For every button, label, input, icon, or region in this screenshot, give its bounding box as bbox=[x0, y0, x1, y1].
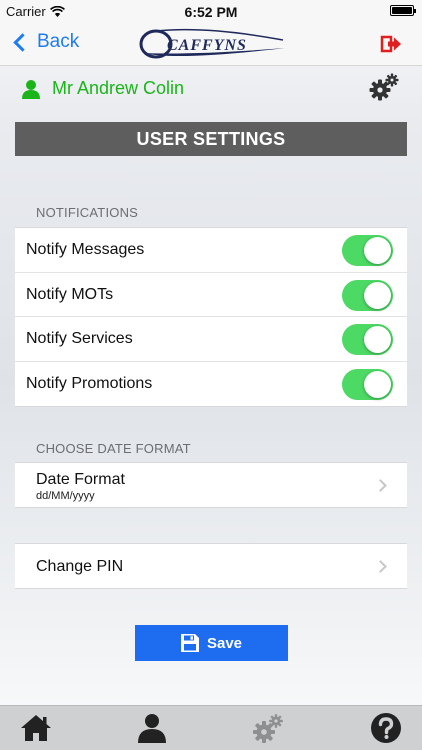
notify-messages-label: Notify Messages bbox=[26, 241, 145, 258]
notify-mots-toggle[interactable] bbox=[342, 279, 393, 311]
page-title: USER SETTINGS bbox=[15, 122, 407, 156]
user-icon bbox=[22, 80, 40, 99]
home-icon[interactable] bbox=[19, 712, 53, 744]
notify-promotions-row: Notify Promotions bbox=[15, 362, 407, 407]
date-format-label: Date Format bbox=[36, 471, 125, 488]
status-bar: Carrier 6:52 PM bbox=[0, 0, 422, 22]
notify-mots-row: Notify MOTs bbox=[15, 273, 407, 317]
logo-text: CAFFYNS bbox=[167, 37, 247, 54]
toggle-knob bbox=[364, 281, 391, 309]
change-pin-label: Change PIN bbox=[36, 558, 124, 575]
chevron-right-icon bbox=[374, 560, 387, 573]
notify-services-row: Notify Services bbox=[15, 317, 407, 362]
help-icon[interactable] bbox=[369, 712, 403, 744]
battery-icon bbox=[390, 5, 416, 16]
notify-messages-row: Notify Messages bbox=[15, 228, 407, 273]
logout-icon[interactable] bbox=[380, 33, 402, 55]
status-time: 6:52 PM bbox=[184, 4, 238, 20]
date-format-group: Date Format dd/MM/yyyy bbox=[15, 462, 407, 508]
notify-messages-toggle[interactable] bbox=[342, 235, 393, 266]
settings-icon[interactable] bbox=[251, 712, 285, 744]
back-chevron-icon bbox=[13, 32, 32, 52]
notify-mots-label: Notify MOTs bbox=[26, 285, 114, 303]
back-button[interactable]: Back bbox=[10, 31, 79, 53]
change-pin-row[interactable]: Change PIN bbox=[15, 544, 407, 588]
caffyns-logo: CAFFYNS bbox=[139, 28, 285, 59]
change-pin-group: Change PIN bbox=[15, 543, 407, 589]
gears-icon[interactable] bbox=[368, 72, 400, 102]
notifications-group: Notify Messages Notify MOTs Notify Servi… bbox=[15, 227, 407, 407]
notify-promotions-label: Notify Promotions bbox=[26, 374, 153, 392]
toggle-knob bbox=[364, 237, 391, 264]
save-button[interactable]: Save bbox=[135, 625, 288, 661]
back-label: Back bbox=[37, 31, 80, 52]
profile-icon[interactable] bbox=[135, 712, 169, 744]
chevron-right-icon bbox=[374, 479, 387, 492]
notifications-section-header: NOTIFICATIONS bbox=[36, 205, 139, 220]
date-format-row[interactable]: Date Format dd/MM/yyyy bbox=[15, 463, 407, 507]
user-row: Mr Andrew Colin bbox=[0, 70, 422, 108]
date-format-section-header: CHOOSE DATE FORMAT bbox=[36, 441, 191, 456]
navigation-bar: Back CAFFYNS bbox=[0, 22, 422, 66]
toggle-knob bbox=[364, 326, 391, 353]
notify-services-label: Notify Services bbox=[26, 330, 133, 347]
toggle-knob bbox=[364, 370, 391, 398]
status-right bbox=[390, 5, 416, 16]
date-format-value: dd/MM/yyyy bbox=[36, 490, 95, 502]
save-label: Save bbox=[206, 634, 243, 652]
notify-services-toggle[interactable] bbox=[342, 324, 393, 355]
tab-bar bbox=[0, 705, 422, 750]
floppy-disk-icon bbox=[180, 634, 199, 652]
user-name: Mr Andrew Colin bbox=[52, 78, 185, 98]
notify-promotions-toggle[interactable] bbox=[342, 368, 393, 400]
